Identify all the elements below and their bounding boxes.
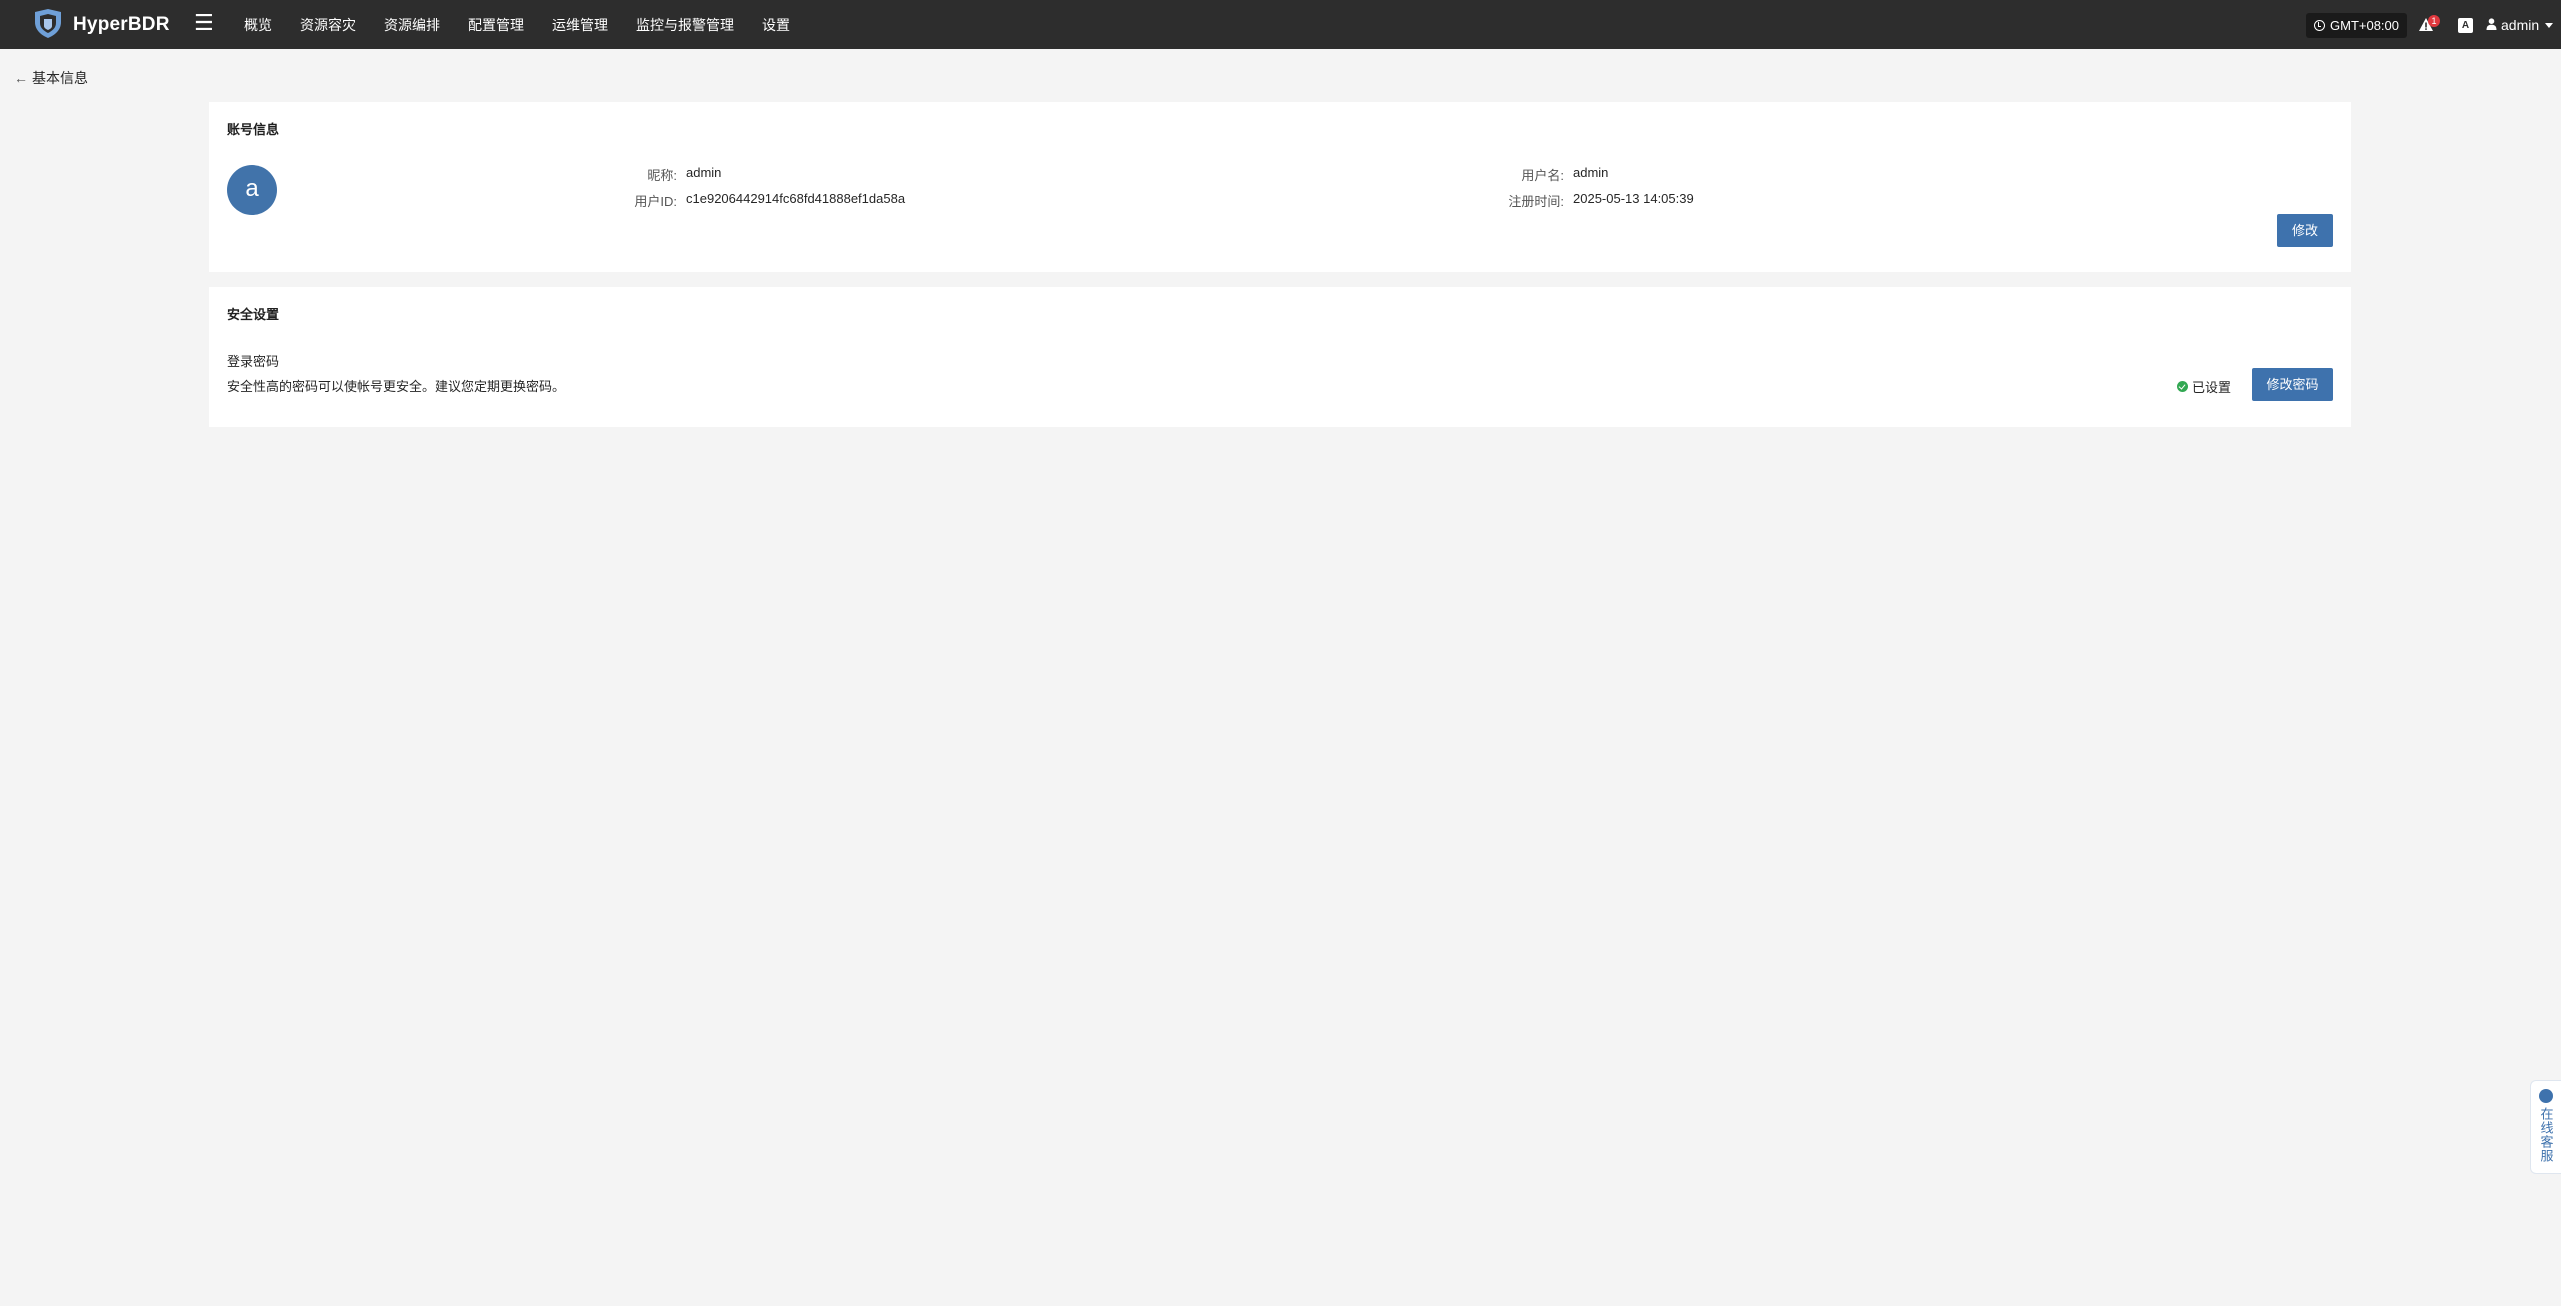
alert-count-badge: 1: [2428, 15, 2440, 27]
security-settings-title: 安全设置: [227, 307, 280, 322]
registered-field: 注册时间: 2025-05-13 14:05:39: [1449, 191, 1694, 210]
alert-button[interactable]: 1: [2418, 15, 2440, 35]
userid-value: c1e9206442914fc68fd41888ef1da58a: [686, 191, 906, 206]
hamburger-icon[interactable]: ☰: [194, 12, 216, 36]
page-title: 基本信息: [32, 70, 88, 86]
account-info-title: 账号信息: [227, 122, 280, 137]
userid-field: 用户ID: c1e9206442914fc68fd41888ef1da58a: [579, 191, 905, 210]
back-link[interactable]: ← 基本信息: [14, 68, 88, 88]
clock-icon: [2314, 20, 2325, 31]
password-title: 登录密码: [227, 354, 280, 369]
edit-button[interactable]: 修改: [2277, 214, 2333, 247]
check-circle-icon: [2177, 381, 2188, 392]
brand-name: HyperBDR: [73, 13, 170, 35]
timezone-selector[interactable]: GMT+08:00: [2306, 13, 2408, 38]
security-settings-card: 安全设置 登录密码 安全性高的密码可以使帐号更安全。建议您定期更换密码。 已设置…: [209, 287, 2351, 427]
online-support-widget[interactable]: 在线客服: [2530, 1080, 2561, 1174]
nav-item-ops[interactable]: 运维管理: [552, 15, 608, 35]
online-support-label: 在线客服: [2538, 1107, 2554, 1163]
brand[interactable]: HyperBDR: [32, 8, 170, 42]
change-password-button[interactable]: 修改密码: [2252, 368, 2333, 401]
timezone-label: GMT+08:00: [2330, 18, 2400, 33]
username-label: 用户名:: [1521, 168, 1564, 183]
chevron-down-icon: [2545, 22, 2554, 28]
password-status: 已设置: [2177, 377, 2231, 396]
registered-value: 2025-05-13 14:05:39: [1573, 191, 1694, 206]
nav-item-orchestration[interactable]: 资源编排: [384, 15, 440, 35]
nickname-value: admin: [686, 165, 722, 180]
nav-item-config[interactable]: 配置管理: [468, 15, 524, 35]
arrow-left-icon: ←: [14, 70, 28, 86]
username-field: 用户名: admin: [1449, 165, 1608, 184]
user-menu[interactable]: admin: [2486, 14, 2554, 36]
nav-item-monitoring[interactable]: 监控与报警管理: [636, 15, 734, 35]
user-icon: [2486, 17, 2501, 33]
password-description: 安全性高的密码可以使帐号更安全。建议您定期更换密码。: [227, 379, 566, 394]
top-navbar: HyperBDR ☰ 概览 资源容灾 资源编排 配置管理 运维管理 监控与报警管…: [0, 0, 2561, 49]
nav-item-overview[interactable]: 概览: [244, 15, 272, 35]
password-status-label: 已设置: [2192, 380, 2232, 395]
language-switch-icon[interactable]: A: [2458, 18, 2473, 33]
nickname-field: 昵称: admin: [579, 165, 721, 184]
nav-item-resource-dr[interactable]: 资源容灾: [300, 15, 356, 35]
main-nav: 概览 资源容灾 资源编排 配置管理 运维管理 监控与报警管理 设置: [230, 0, 818, 49]
shield-logo-icon: [32, 8, 64, 42]
username-value: admin: [1573, 165, 1609, 180]
account-info-card: 账号信息 a 昵称: admin 用户ID: c1e9206442914fc68…: [209, 102, 2351, 272]
userid-label: 用户ID:: [634, 194, 677, 209]
registered-label: 注册时间:: [1508, 194, 1564, 209]
nickname-label: 昵称:: [647, 168, 677, 183]
nav-item-settings[interactable]: 设置: [762, 15, 790, 35]
avatar: a: [227, 165, 277, 215]
user-name: admin: [2501, 17, 2540, 33]
headset-icon: [2539, 1089, 2553, 1103]
